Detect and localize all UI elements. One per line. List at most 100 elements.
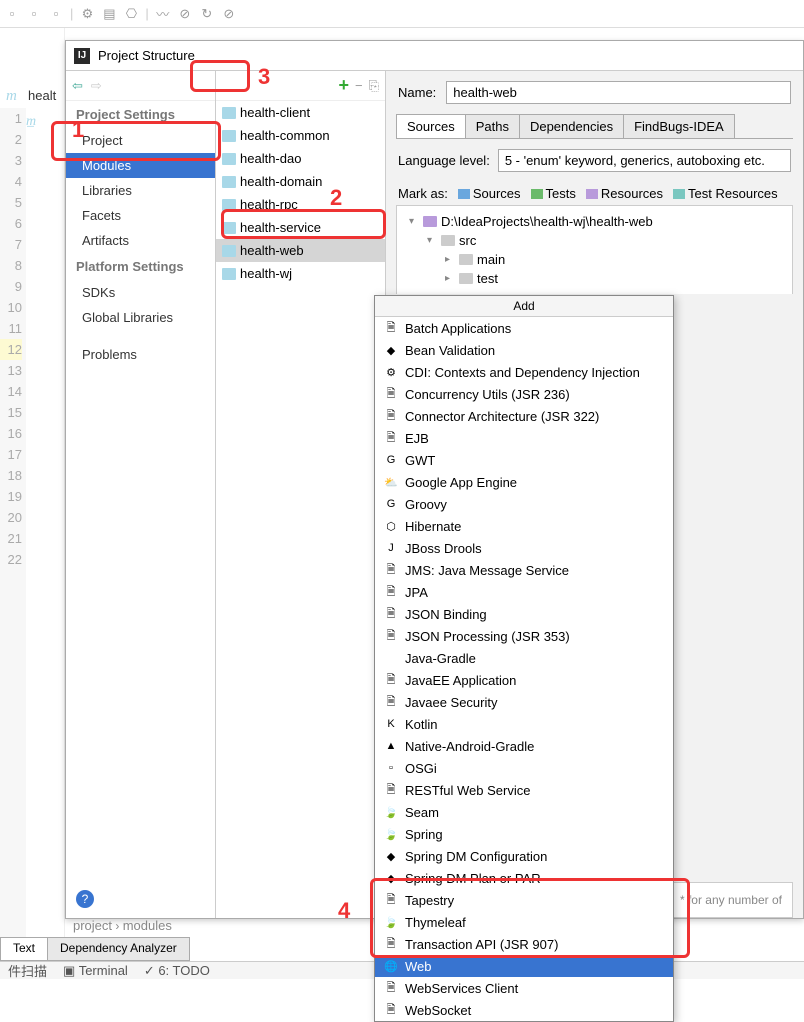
toolbar-icon[interactable]: ▫ (26, 6, 42, 22)
language-level-label: Language level: (398, 153, 490, 168)
module-item[interactable]: health-common (216, 124, 385, 147)
popup-item[interactable]: ◆Bean Validation (375, 339, 673, 361)
sidebar-item-global-libraries[interactable]: Global Libraries (66, 305, 215, 330)
tree-test[interactable]: ▸test (409, 269, 780, 288)
dialog-title-text: Project Structure (98, 48, 195, 63)
m-icon-small: m̲ (26, 114, 36, 130)
popup-item[interactable]: 🗎Tapestry (375, 889, 673, 911)
modules-list-panel: + − ⎘ health-clienthealth-commonhealth-d… (216, 71, 386, 918)
status-terminal[interactable]: ▣ Terminal (63, 963, 128, 979)
popup-item[interactable]: 🗎Connector Architecture (JSR 322) (375, 405, 673, 427)
popup-item[interactable]: 🍃Thymeleaf (375, 911, 673, 933)
tree-src[interactable]: ▾src (409, 231, 780, 250)
tree-root[interactable]: ▾D:\IdeaProjects\health-wj\health-web (409, 212, 780, 231)
tab-text[interactable]: Text (0, 937, 48, 961)
popup-item[interactable]: ⬡Hibernate (375, 515, 673, 537)
remove-icon[interactable]: − (355, 78, 363, 93)
settings-icon[interactable]: ⚙ (79, 6, 95, 22)
chip-icon[interactable]: ⎔ (123, 6, 139, 22)
popup-item[interactable]: 🌐Web (375, 955, 673, 977)
popup-item[interactable]: 🗎WebServices Client (375, 977, 673, 999)
popup-item[interactable]: Java-Gradle (375, 647, 673, 669)
popup-item[interactable]: ⚙CDI: Contexts and Dependency Injection (375, 361, 673, 383)
module-item[interactable]: health-wj (216, 262, 385, 285)
mark-resources[interactable]: Resources (586, 186, 663, 201)
popup-item[interactable]: JJBoss Drools (375, 537, 673, 559)
module-item[interactable]: health-service (216, 216, 385, 239)
popup-item[interactable]: 🗎JPA (375, 581, 673, 603)
sidebar-item-modules[interactable]: Modules (66, 153, 215, 178)
toolbar-icon[interactable]: ▫ (48, 6, 64, 22)
popup-item[interactable]: 🍃Seam (375, 801, 673, 823)
section-header: Project Settings (66, 101, 215, 128)
cancel-icon[interactable]: ⊘ (221, 6, 237, 22)
toolbar-icon[interactable]: ▫ (4, 6, 20, 22)
sidebar-item-problems[interactable]: Problems (66, 342, 215, 367)
module-item[interactable]: health-rpc (216, 193, 385, 216)
stop-icon[interactable]: ⊘ (177, 6, 193, 22)
popup-item[interactable]: 🗎WebSocket (375, 999, 673, 1021)
popup-item[interactable]: ◆Spring DM Plan or PAR (375, 867, 673, 889)
popup-item[interactable]: 🗎JSON Processing (JSR 353) (375, 625, 673, 647)
popup-item[interactable]: ◆Spring DM Configuration (375, 845, 673, 867)
breadcrumb: project › modules (65, 914, 180, 937)
mark-sources[interactable]: Sources (458, 186, 521, 201)
popup-item[interactable]: 🗎Javaee Security (375, 691, 673, 713)
popup-item[interactable]: 🗎Batch Applications (375, 317, 673, 339)
sidebar-item-artifacts[interactable]: Artifacts (66, 228, 215, 253)
tab-paths[interactable]: Paths (465, 114, 520, 138)
forward-icon[interactable]: ⇨ (91, 78, 102, 94)
status-scan[interactable]: 件扫描 (8, 961, 47, 980)
popup-item[interactable]: GGWT (375, 449, 673, 471)
copy-icon[interactable]: ⎘ (369, 78, 379, 94)
refresh-icon[interactable]: ↻ (199, 6, 215, 22)
status-todo[interactable]: ✓ 6: TODO (144, 963, 210, 979)
popup-item[interactable]: 🗎JSON Binding (375, 603, 673, 625)
popup-item[interactable]: KKotlin (375, 713, 673, 735)
popup-item[interactable]: 🗎EJB (375, 427, 673, 449)
popup-item[interactable]: 🗎JMS: Java Message Service (375, 559, 673, 581)
sidebar-item-facets[interactable]: Facets (66, 203, 215, 228)
help-icon[interactable]: ? (76, 890, 94, 908)
popup-item[interactable]: 🗎JavaEE Application (375, 669, 673, 691)
add-icon[interactable]: + (338, 75, 349, 96)
name-input[interactable] (446, 81, 791, 104)
module-item[interactable]: health-client (216, 101, 385, 124)
popup-item[interactable]: ⛅Google App Engine (375, 471, 673, 493)
language-level-select[interactable]: 5 - 'enum' keyword, generics, autoboxing… (498, 149, 791, 172)
module-tabs: Sources Paths Dependencies FindBugs-IDEA (396, 114, 793, 139)
popup-item[interactable]: 🗎Concurrency Utils (JSR 236) (375, 383, 673, 405)
sidebar-item-libraries[interactable]: Libraries (66, 178, 215, 203)
dialog-titlebar: IJ Project Structure (66, 41, 803, 71)
tab-sources[interactable]: Sources (396, 114, 466, 138)
sidebar-nav: ⇦ ⇨ (66, 71, 215, 101)
tab-dependencies[interactable]: Dependencies (519, 114, 624, 138)
section-header: Platform Settings (66, 253, 215, 280)
structure-icon[interactable]: ▤ (101, 6, 117, 22)
tab-dependency-analyzer[interactable]: Dependency Analyzer (47, 937, 190, 961)
module-item[interactable]: health-dao (216, 147, 385, 170)
popup-item[interactable]: 🗎Transaction API (JSR 907) (375, 933, 673, 955)
popup-item[interactable]: ▲Native-Android-Gradle (375, 735, 673, 757)
tab-findbugs[interactable]: FindBugs-IDEA (623, 114, 735, 138)
popup-item[interactable]: ▫OSGi (375, 757, 673, 779)
module-item[interactable]: health-domain (216, 170, 385, 193)
activity-icon[interactable]: 〰 (155, 6, 171, 22)
bottom-tabs: Text Dependency Analyzer (0, 937, 189, 961)
m-icon: m (0, 86, 23, 107)
sidebar-item-sdks[interactable]: SDKs (66, 280, 215, 305)
back-icon[interactable]: ⇦ (72, 78, 83, 94)
popup-item[interactable]: GGroovy (375, 493, 673, 515)
popup-title: Add (375, 296, 673, 317)
main-toolbar: ▫ ▫ ▫ | ⚙ ▤ ⎔ | 〰 ⊘ ↻ ⊘ (0, 0, 804, 28)
popup-item[interactable]: 🍃Spring (375, 823, 673, 845)
popup-item[interactable]: 🗎RESTful Web Service (375, 779, 673, 801)
tree-main[interactable]: ▸main (409, 250, 780, 269)
mark-tests[interactable]: Tests (531, 186, 576, 201)
intellij-icon: IJ (74, 48, 90, 64)
mark-test-resources[interactable]: Test Resources (673, 186, 778, 201)
module-item[interactable]: health-web (216, 239, 385, 262)
editor-left-strip: m healt m̲ 12345678910111213141516171819… (0, 28, 65, 939)
sidebar-item-project[interactable]: Project (66, 128, 215, 153)
tab-label[interactable]: healt (26, 86, 58, 105)
